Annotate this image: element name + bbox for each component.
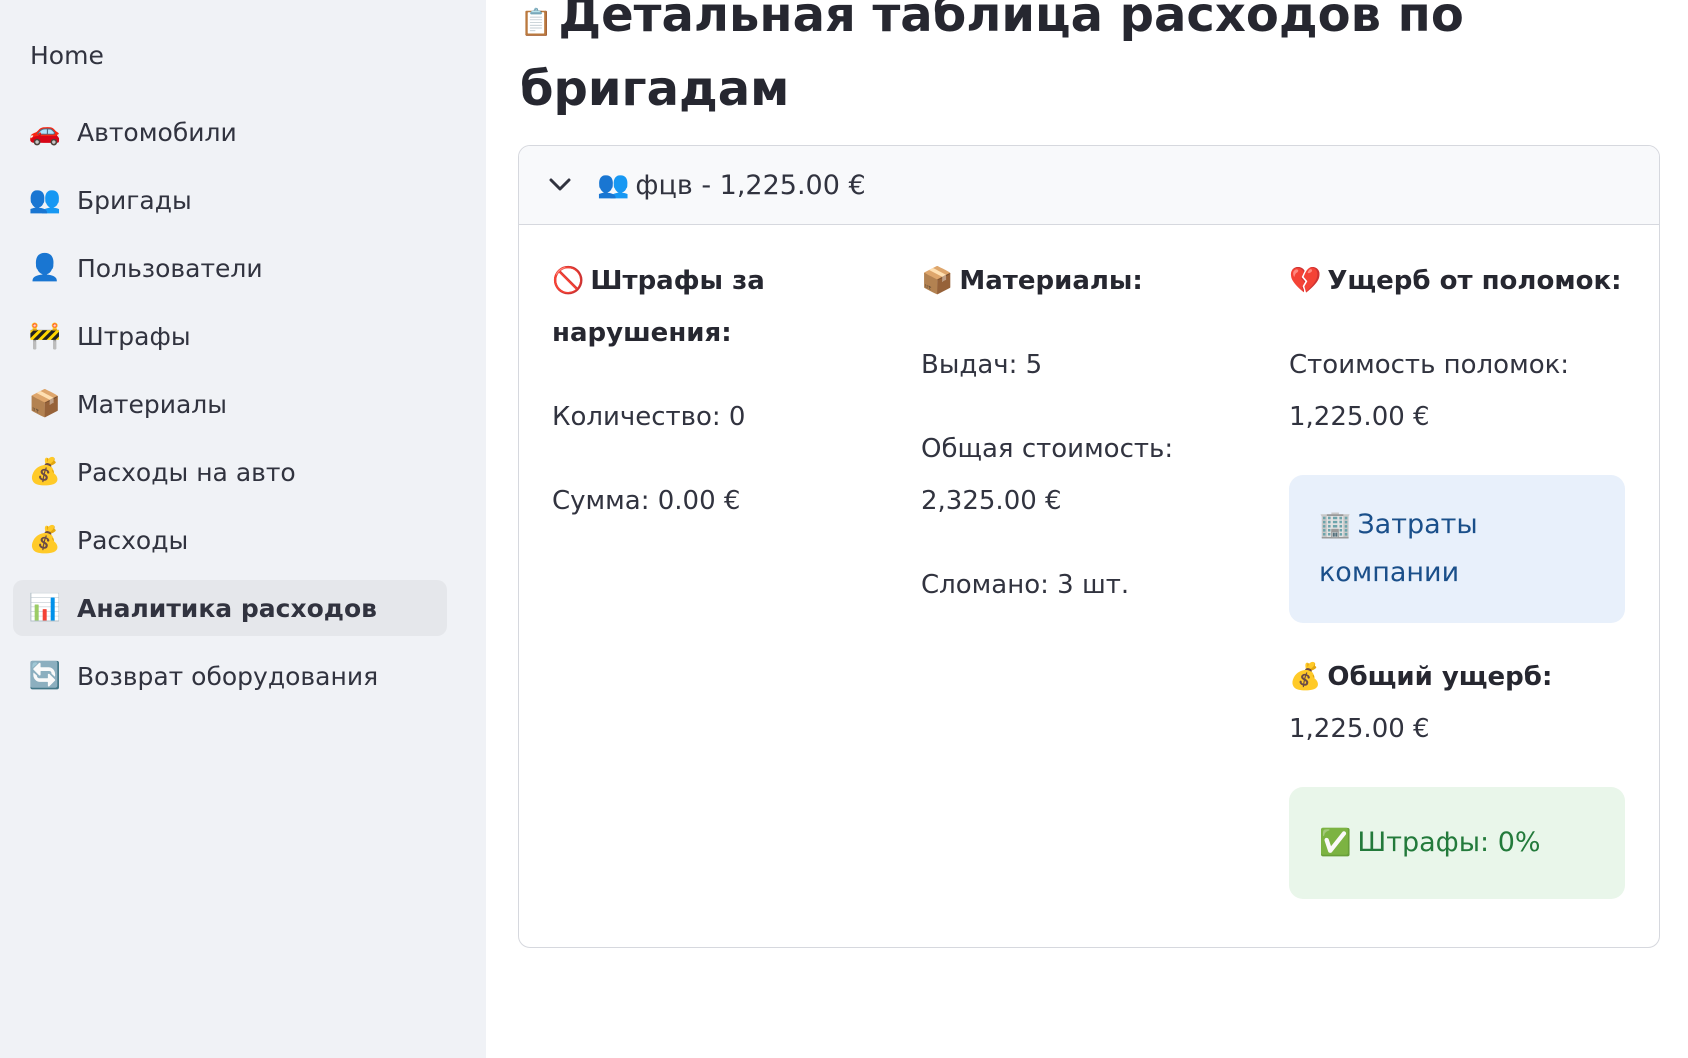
nav-item-label: Возврат оборудования [77,661,379,691]
damage-column: 💔 Ущерб от поломок: Стоимость поломок: 1,… [1289,255,1629,899]
nav-item-equipment-return[interactable]: 🔄 Возврат оборудования [13,648,447,704]
expander-body: 🚫 Штрафы за нарушения: Количество: 0 Сумм… [519,225,1659,945]
nav-item-label: Пользователи [77,253,263,283]
money-bag-icon: 💰 [28,525,62,555]
broken-heart-icon: 💔 [1289,266,1322,296]
money-bag-icon: 💰 [1289,662,1322,692]
car-icon: 🚗 [28,117,62,147]
prohibited-icon: 🚫 [552,266,585,296]
nav-item-car-expenses[interactable]: 💰 Расходы на авто [13,444,447,500]
nav-item-label: Расходы на авто [77,457,296,487]
people-icon: 👥 [597,170,630,200]
materials-header-text: Материалы: [959,266,1143,296]
construction-barrier-icon: 🚧 [28,321,62,351]
main-content: 📋 Детальная таблица расходов по бригадам … [486,0,1688,1058]
breakage-cost: Стоимость поломок: 1,225.00 € [1289,350,1570,432]
brigade-expander: 👥 фцв - 1,225.00 € 🚫 Штрафы за нарушения:… [518,145,1660,948]
damage-header: 💔 Ущерб от поломок: [1289,255,1629,307]
nav-item-label: Автомобили [77,117,237,147]
nav-item-label: Аналитика расходов [77,593,377,623]
package-icon: 📦 [28,389,62,419]
package-icon: 📦 [921,266,954,296]
fines-count: Количество: 0 [552,402,746,432]
materials-total-cost: Общая стоимость: 2,325.00 € [921,434,1174,516]
nav-item-label: Расходы [77,525,189,555]
people-icon: 👥 [28,185,62,215]
fines-percent-text: Штрафы: 0% [1357,827,1541,858]
bar-chart-icon: 📊 [28,593,62,623]
fines-column: 🚫 Штрафы за нарушения: Количество: 0 Сумм… [552,255,872,559]
fines-sum: Сумма: 0.00 € [552,486,741,516]
nav-item-cars[interactable]: 🚗 Автомобили [13,104,447,160]
fines-percent-success: ✅ Штрафы: 0% [1289,787,1625,899]
nav-item-materials[interactable]: 📦 Материалы [13,376,447,432]
fines-header: 🚫 Штрафы за нарушения: [552,255,872,359]
page-title-text: Детальная таблица расходов по бригадам [520,0,1464,117]
expander-label: фцв - 1,225.00 € [635,169,866,201]
user-icon: 👤 [28,253,62,283]
company-costs-info: 🏢 Затраты компании [1289,475,1625,623]
check-mark-icon: ✅ [1319,828,1352,858]
office-building-icon: 🏢 [1319,510,1352,540]
nav-item-fines[interactable]: 🚧 Штрафы [13,308,447,364]
expander-header[interactable]: 👥 фцв - 1,225.00 € [519,146,1659,225]
chevron-down-icon[interactable] [549,178,571,192]
total-damage-value: 1,225.00 € [1289,714,1430,744]
total-damage-header: 💰 Общий ущерб: [1289,651,1629,703]
damage-header-text: Ущерб от поломок: [1327,266,1622,296]
materials-column: 📦 Материалы: Выдач: 5 Общая стоимость: 2,… [921,255,1241,643]
nav-item-users[interactable]: 👤 Пользователи [13,240,447,296]
page-title: 📋 Детальная таблица расходов по бригадам [520,0,1620,122]
nav-item-label: Бригады [77,185,192,215]
sidebar: Home 🚗 Автомобили 👥 Бригады 👤 Пользовате… [0,0,486,1058]
total-damage-header-text: Общий ущерб: [1327,662,1553,692]
money-bag-icon: 💰 [28,457,62,487]
nav-item-label: Материалы [77,389,227,419]
nav-item-expense-analytics[interactable]: 📊 Аналитика расходов [13,580,447,636]
nav-item-expenses[interactable]: 💰 Расходы [13,512,447,568]
materials-issued: Выдач: 5 [921,350,1043,380]
nav-item-brigades[interactable]: 👥 Бригады [13,172,447,228]
refresh-icon: 🔄 [28,661,62,691]
nav-item-label: Штрафы [77,321,191,351]
nav-home-link[interactable]: Home [30,36,486,76]
materials-header: 📦 Материалы: [921,255,1241,307]
materials-broken: Сломано: 3 шт. [921,570,1130,600]
clipboard-icon: 📋 [520,8,553,38]
